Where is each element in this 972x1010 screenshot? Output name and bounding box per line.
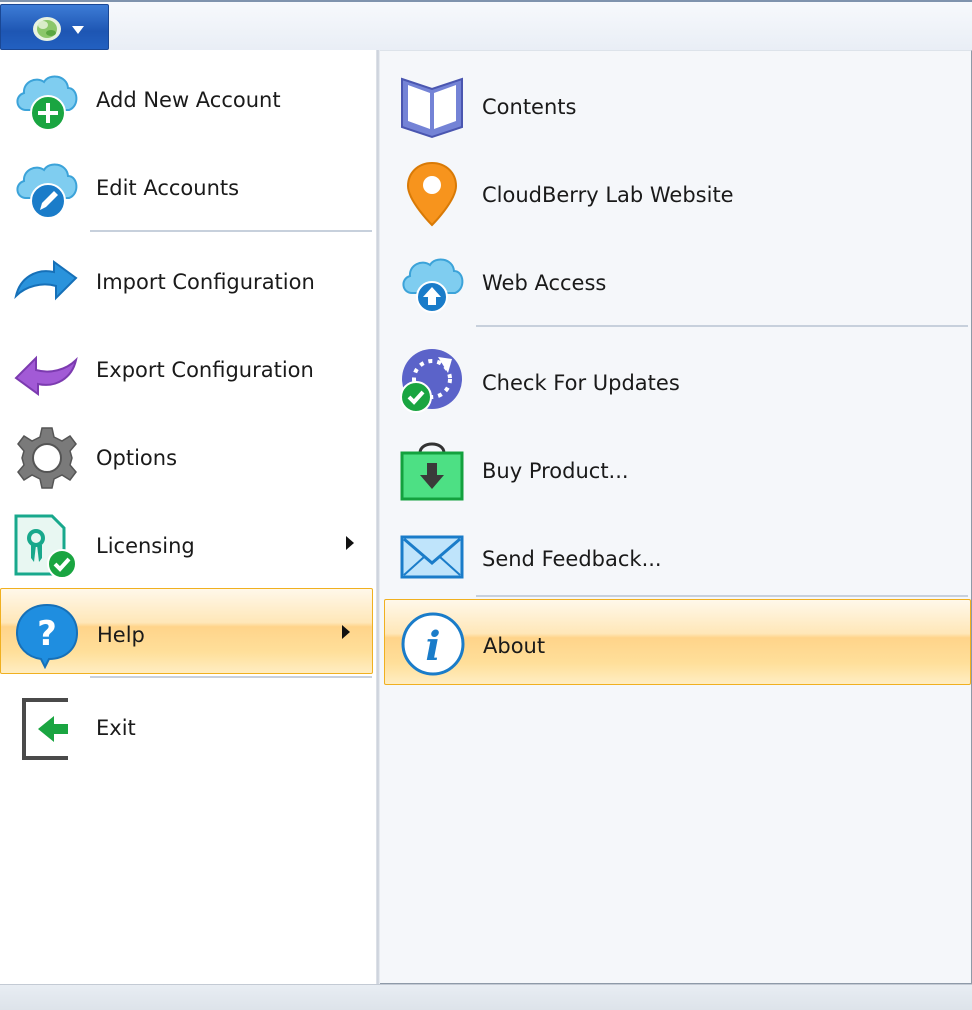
cloud-edit-icon	[16, 163, 78, 219]
menu-separator	[90, 230, 372, 232]
app-globe-icon	[33, 17, 61, 41]
submenu-item-contents[interactable]: Contents	[380, 55, 972, 143]
menu-item-label: Options	[96, 446, 178, 470]
cloud-add-icon	[16, 75, 78, 131]
menu-item-options[interactable]: Options	[0, 412, 376, 500]
gear-icon	[17, 427, 77, 489]
cloud-upload-icon	[402, 258, 464, 313]
menu-item-licensing[interactable]: Licensing	[0, 500, 376, 588]
menu-item-label: Edit Accounts	[96, 176, 240, 200]
submenu-item-label: Web Access	[482, 271, 607, 295]
update-check-icon	[400, 349, 462, 413]
envelope-icon	[400, 535, 464, 579]
submenu-item-label: Check For Updates	[482, 371, 680, 395]
menu-item-add-new-account[interactable]: Add New Account	[0, 54, 376, 142]
book-icon	[401, 77, 463, 139]
menu-item-help[interactable]: ? Help	[0, 588, 373, 674]
submenu-item-label: Buy Product...	[482, 459, 629, 483]
submenu-arrow-icon	[346, 536, 354, 550]
exit-icon	[22, 698, 68, 760]
submenu-item-check-for-updates[interactable]: Check For Updates	[380, 331, 972, 419]
menu-item-label: Export Configuration	[96, 358, 314, 382]
menu-item-label: Exit	[96, 716, 136, 740]
svg-text:i: i	[425, 623, 440, 670]
menu-item-label: Licensing	[96, 534, 195, 558]
help-icon: ?	[15, 603, 79, 669]
menu-separator	[476, 595, 968, 597]
main-menu-pane: Add New Account Edit Accounts Import Con…	[0, 50, 376, 984]
submenu-item-label: Contents	[482, 95, 577, 119]
shopping-bag-icon	[400, 442, 464, 501]
import-arrow-icon	[14, 260, 78, 301]
export-arrow-icon	[14, 355, 78, 396]
menu-item-exit[interactable]: Exit	[0, 682, 376, 770]
menu-separator	[90, 676, 372, 678]
submenu-item-cloudberry-website[interactable]: CloudBerry Lab Website	[380, 143, 972, 231]
menu-item-export-configuration[interactable]: Export Configuration	[0, 324, 376, 412]
submenu-item-about[interactable]: i About	[384, 599, 971, 685]
application-menu-button[interactable]	[0, 4, 109, 50]
menu-item-import-configuration[interactable]: Import Configuration	[0, 236, 376, 324]
map-pin-icon	[406, 161, 458, 227]
svg-text:?: ?	[37, 614, 57, 654]
status-strip	[0, 984, 972, 1010]
submenu-item-label: CloudBerry Lab Website	[482, 183, 734, 207]
help-submenu-pane: Contents CloudBerry Lab Website Web Acce…	[380, 50, 972, 984]
menu-item-label: Import Configuration	[96, 270, 315, 294]
submenu-item-send-feedback[interactable]: Send Feedback...	[380, 507, 972, 595]
submenu-item-web-access[interactable]: Web Access	[380, 231, 972, 319]
submenu-item-label: About	[483, 634, 546, 658]
top-bar	[0, 0, 972, 50]
submenu-item-buy-product[interactable]: Buy Product...	[380, 419, 972, 507]
menu-item-label: Add New Account	[96, 88, 281, 112]
menu-separator	[476, 325, 968, 327]
menu-item-label: Help	[97, 623, 145, 647]
menu-item-edit-accounts[interactable]: Edit Accounts	[0, 142, 376, 230]
chevron-down-icon	[72, 26, 84, 34]
info-icon: i	[401, 612, 465, 676]
submenu-arrow-icon	[342, 625, 350, 639]
submenu-item-label: Send Feedback...	[482, 547, 662, 571]
certificate-icon	[14, 514, 77, 579]
